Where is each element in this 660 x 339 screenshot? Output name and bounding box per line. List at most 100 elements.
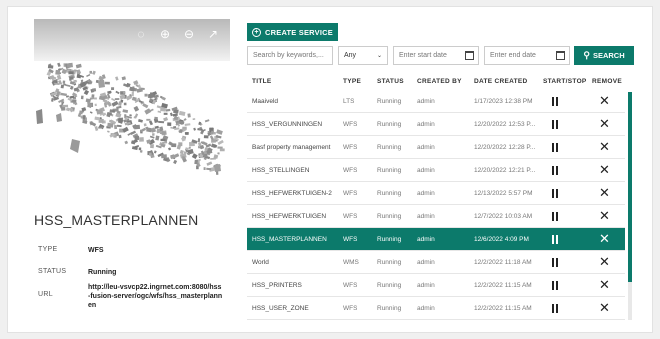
cell-created-by: admin <box>417 121 435 128</box>
table-row[interactable]: HSS_STELLINGEN WFS Running admin 12/20/2022 … <box>247 159 625 182</box>
cell-created-by: admin <box>417 305 435 312</box>
column-header-start-stop: START/STOP <box>543 78 587 85</box>
scrollbar-thumb[interactable] <box>628 92 632 282</box>
cell-title: HSS_MASTERPLANNEN <box>252 236 327 243</box>
cell-title: HSS_HEFWERKTUIGEN <box>252 213 327 220</box>
remove-icon[interactable]: ✕ <box>599 209 610 223</box>
cell-type: WFS <box>343 236 358 243</box>
table-row[interactable]: HSS_HEFWERKTUIGEN WFS Running admin 12/7/202… <box>247 205 625 228</box>
cell-date-created: 12/7/2022 10:03 AM <box>474 213 533 220</box>
cell-date-created: 12/2/2022 11:18 AM <box>474 259 532 266</box>
remove-icon[interactable]: ✕ <box>599 278 610 292</box>
remove-icon[interactable]: ✕ <box>599 117 610 131</box>
column-header-type[interactable]: TYPE <box>343 78 361 85</box>
pause-icon[interactable] <box>552 166 558 175</box>
remove-icon[interactable]: ✕ <box>599 301 610 315</box>
remove-icon[interactable]: ✕ <box>599 94 610 108</box>
create-service-button[interactable]: + CREATE SERVICE <box>247 23 338 41</box>
cell-title: Basf property management <box>252 144 331 151</box>
column-header-created-by[interactable]: CREATED BY <box>417 78 462 85</box>
pause-icon[interactable] <box>552 189 558 198</box>
search-input[interactable]: Search by keywords,... <box>247 46 333 65</box>
remove-icon[interactable]: ✕ <box>599 140 610 154</box>
cell-title: HSS_USER_ZONE <box>252 305 309 312</box>
remove-icon[interactable]: ✕ <box>599 186 610 200</box>
column-header-remove: REMOVE <box>592 78 622 85</box>
search-icon: ⚲ <box>583 50 590 60</box>
status-value: Running <box>88 269 117 276</box>
cell-status: Running <box>377 259 402 266</box>
cell-status: Running <box>377 282 402 289</box>
open-external-icon[interactable]: ↗ <box>204 25 222 43</box>
cell-type: WFS <box>343 282 358 289</box>
end-date-input[interactable]: Enter end date <box>484 46 570 65</box>
search-button[interactable]: ⚲ SEARCH <box>574 46 634 65</box>
table-row[interactable]: HSS_VERGUNNINGEN WFS Running admin 12/20/202… <box>247 113 625 136</box>
plus-circle-icon: + <box>252 27 262 37</box>
cell-type: WFS <box>343 144 358 151</box>
pause-icon[interactable] <box>552 143 558 152</box>
table-row[interactable]: Maaiveld LTS Running admin 1/17/2023 12:38 P… <box>247 90 625 113</box>
column-header-status[interactable]: STATUS <box>377 78 404 85</box>
pause-icon[interactable] <box>552 120 558 129</box>
cell-created-by: admin <box>417 167 435 174</box>
url-value: http://leu-vsvcp22.ingrnet.com:8080/hss-… <box>88 284 223 309</box>
cell-created-by: admin <box>417 282 435 289</box>
zoom-out-icon[interactable]: ⊖ <box>180 25 198 43</box>
pause-icon[interactable] <box>552 97 558 106</box>
cell-title: HSS_VERGUNNINGEN <box>252 121 323 128</box>
chevron-down-icon: ⌄ <box>376 53 382 59</box>
cell-status: Running <box>377 167 402 174</box>
table-row[interactable]: HSS_MASTERPLANNEN WFS Running admin 12/6/202… <box>247 228 625 251</box>
table-row[interactable]: World WMS Running admin 12/2/2022 11:18 AM ✕ <box>247 251 625 274</box>
cell-title: HSS_STELLINGEN <box>252 167 310 174</box>
remove-icon[interactable]: ✕ <box>599 255 610 269</box>
cell-created-by: admin <box>417 98 435 105</box>
cell-status: Running <box>377 98 402 105</box>
cell-date-created: 12/2/2022 11:15 AM <box>474 305 532 312</box>
zoom-in-icon[interactable]: ⊕ <box>156 25 174 43</box>
cell-type: WFS <box>343 190 358 197</box>
cell-title: World <box>252 259 269 266</box>
cell-date-created: 12/6/2022 4:09 PM <box>474 236 529 243</box>
column-header-title[interactable]: TITLE <box>252 78 272 85</box>
url-label: URL <box>38 291 53 298</box>
cell-date-created: 12/20/2022 12:21 P... <box>474 167 536 174</box>
pause-icon[interactable] <box>552 235 558 244</box>
cell-status: Running <box>377 121 402 128</box>
type-value: WFS <box>88 247 104 254</box>
column-header-date-created[interactable]: DATE CREATED <box>474 78 528 85</box>
pause-icon[interactable] <box>552 212 558 221</box>
table-scrollbar[interactable] <box>628 92 632 320</box>
table-row[interactable]: HSS_HEFWERKTUIGEN-2 WFS Running admin 12/13/… <box>247 182 625 205</box>
cell-type: WFS <box>343 167 358 174</box>
table-row[interactable]: Basf property management WFS Running admin 1… <box>247 136 625 159</box>
start-date-input[interactable]: Enter start date <box>393 46 479 65</box>
cell-type: LTS <box>343 98 355 105</box>
pause-icon[interactable] <box>552 258 558 267</box>
cell-title: HSS_HEFWERKTUIGEN-2 <box>252 190 332 197</box>
cell-date-created: 12/20/2022 12:53 P... <box>474 121 536 128</box>
cell-title: HSS_PRINTERS <box>252 282 302 289</box>
create-service-label: CREATE SERVICE <box>265 27 333 37</box>
pause-icon[interactable] <box>552 281 558 290</box>
type-label: TYPE <box>38 246 58 253</box>
type-select[interactable]: Any ⌄ <box>338 46 388 65</box>
table-row[interactable]: HSS_PRINTERS WFS Running admin 12/2/2022 11:… <box>247 274 625 297</box>
cell-created-by: admin <box>417 213 435 220</box>
cell-status: Running <box>377 236 402 243</box>
cell-date-created: 1/17/2023 12:38 PM <box>474 98 533 105</box>
locate-icon[interactable]: ◌ <box>132 25 150 43</box>
cell-created-by: admin <box>417 190 435 197</box>
calendar-icon[interactable] <box>465 51 474 60</box>
cell-type: WFS <box>343 121 358 128</box>
calendar-icon[interactable] <box>556 51 565 60</box>
map-preview[interactable] <box>34 61 230 189</box>
table-row[interactable]: HSS_USER_ZONE WFS Running admin 12/2/2022 11… <box>247 297 625 320</box>
cell-status: Running <box>377 213 402 220</box>
remove-icon[interactable]: ✕ <box>599 232 610 246</box>
cell-status: Running <box>377 305 402 312</box>
cell-date-created: 12/13/2022 5:57 PM <box>474 190 533 197</box>
remove-icon[interactable]: ✕ <box>599 163 610 177</box>
pause-icon[interactable] <box>552 304 558 313</box>
